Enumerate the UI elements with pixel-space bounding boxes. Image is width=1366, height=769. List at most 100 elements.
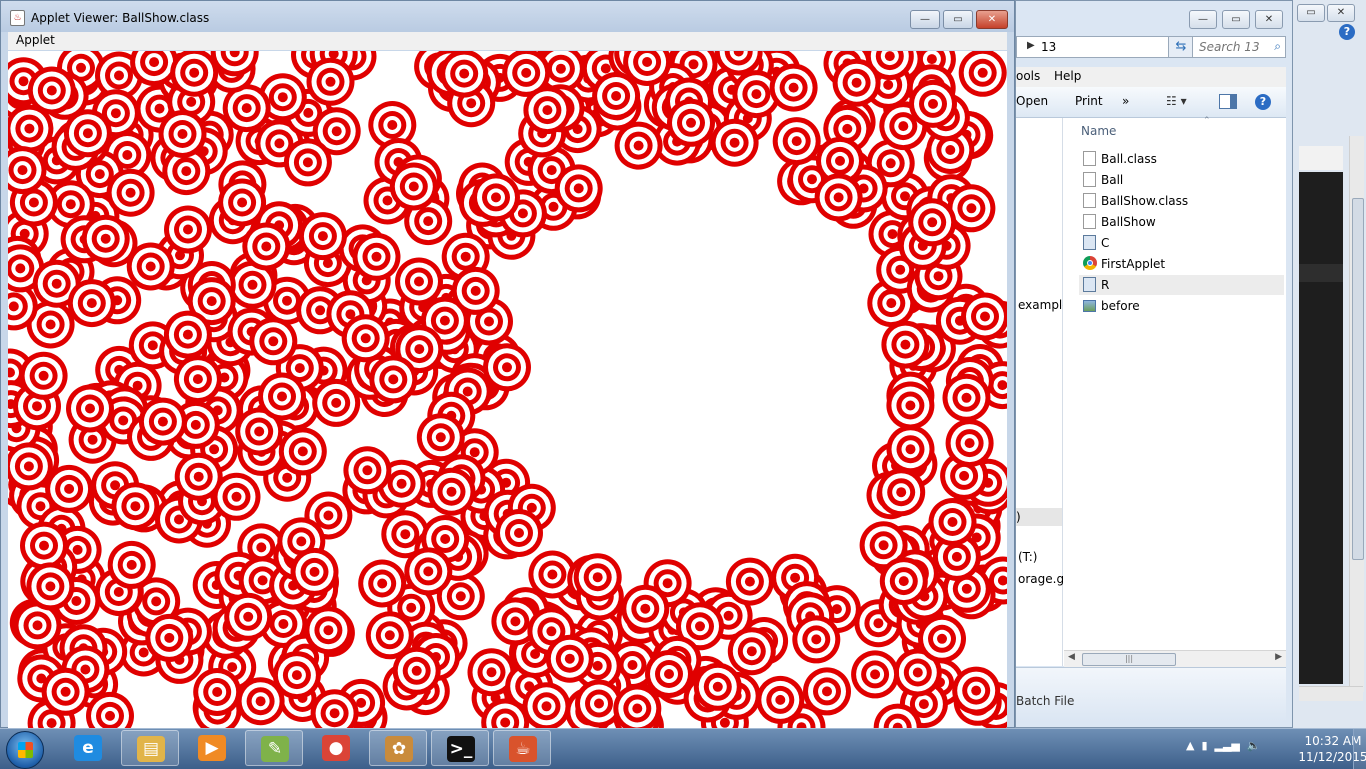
- breadcrumb-arrow-icon: ▶: [1027, 40, 1035, 51]
- ball: [352, 232, 401, 281]
- ball: [451, 266, 500, 315]
- command-prompt-icon: >_: [447, 736, 475, 762]
- menu-applet[interactable]: Applet: [16, 33, 55, 47]
- background-close-button[interactable]: ✕: [1327, 4, 1355, 22]
- ball: [358, 559, 407, 608]
- ball: [427, 467, 476, 516]
- java-icon: ☕: [509, 736, 537, 762]
- ball: [19, 351, 68, 400]
- file-icon: [1083, 172, 1096, 187]
- explorer-minimize-button[interactable]: —: [1189, 10, 1217, 29]
- details-pane: Batch File: [1016, 667, 1286, 722]
- menu-tools[interactable]: ools: [1016, 69, 1040, 83]
- file-icon: [1083, 151, 1096, 166]
- system-tray[interactable]: ▲ ▮ ▂▃▅ 🔈: [1186, 739, 1261, 752]
- change-view-icon[interactable]: ☷ ▾: [1166, 94, 1187, 108]
- ball: [710, 118, 759, 167]
- ball-drawing: [8, 51, 1007, 729]
- file-item[interactable]: C: [1079, 233, 1284, 253]
- maximize-button[interactable]: ▭: [943, 10, 973, 29]
- ball: [365, 611, 414, 660]
- ball: [573, 553, 622, 602]
- menu-help[interactable]: Help: [1054, 69, 1081, 83]
- ball: [814, 173, 863, 222]
- explorer-window: — ▭ ✕ ▶ 13 ▼ ⇆ ⌕ ools Help Open Print » …: [1015, 0, 1293, 728]
- file-name: BallShow: [1101, 215, 1156, 229]
- file-icon: [1083, 193, 1096, 208]
- address-segment[interactable]: 13: [1041, 40, 1056, 54]
- ball: [290, 547, 339, 596]
- java-app-icon[interactable]: ♨: [10, 10, 25, 26]
- file-item[interactable]: R: [1079, 275, 1284, 295]
- nav-item-example[interactable]: example: [1018, 298, 1070, 312]
- notepad-plus-taskbar-button[interactable]: ✎: [245, 730, 303, 766]
- open-button[interactable]: Open: [1016, 94, 1048, 108]
- nav-item-drive[interactable]: (T:): [1018, 550, 1037, 564]
- file-item[interactable]: before: [1079, 296, 1284, 316]
- preview-pane-icon[interactable]: [1219, 94, 1237, 109]
- nav-item-paren[interactable]: ): [1016, 510, 1021, 524]
- command-prompt-taskbar-button[interactable]: >_: [431, 730, 489, 766]
- background-vertical-scrollbar[interactable]: [1349, 136, 1364, 692]
- ball: [174, 452, 223, 501]
- ball: [879, 557, 928, 606]
- scroll-right-icon[interactable]: ▶: [1275, 652, 1282, 662]
- file-item[interactable]: Ball.class: [1079, 149, 1284, 169]
- ball: [886, 381, 935, 430]
- help-icon[interactable]: ?: [1339, 24, 1355, 40]
- file-explorer-taskbar-button[interactable]: ▤: [121, 730, 179, 766]
- scroll-thumb[interactable]: |||: [1082, 653, 1176, 666]
- search-box[interactable]: ⌕: [1192, 36, 1286, 58]
- file-explorer-icon: ▤: [137, 736, 165, 762]
- nav-selection: [1016, 508, 1062, 526]
- media-player-taskbar-button[interactable]: ▶: [183, 730, 241, 766]
- paint-taskbar-button[interactable]: ✿: [369, 730, 427, 766]
- file-item[interactable]: FirstApplet: [1079, 254, 1284, 274]
- more-commands-button[interactable]: »: [1122, 94, 1129, 108]
- refresh-icon[interactable]: ⇆: [1168, 36, 1194, 58]
- file-name: R: [1101, 278, 1110, 292]
- address-bar[interactable]: ▶ 13 ▼: [1016, 36, 1186, 58]
- ball: [404, 547, 453, 596]
- applet-canvas[interactable]: [8, 51, 1007, 729]
- ball: [26, 562, 75, 611]
- file-name: C: [1101, 236, 1110, 250]
- applet-titlebar[interactable]: ♨ Applet Viewer: BallShow.class — ▭ ✕: [1, 1, 1014, 32]
- background-restore-button[interactable]: ▭: [1297, 4, 1325, 22]
- ball: [942, 373, 991, 422]
- file-item[interactable]: Ball: [1079, 170, 1284, 190]
- show-desktop-button[interactable]: [1353, 729, 1366, 769]
- minimize-button[interactable]: —: [910, 10, 940, 29]
- sort-arrow-icon: ⌃: [1203, 116, 1211, 126]
- ball: [693, 662, 742, 711]
- java-taskbar-button[interactable]: ☕: [493, 730, 551, 766]
- explorer-close-button[interactable]: ✕: [1255, 10, 1283, 29]
- file-list: ⌃ Name Ball.class Ball BallShow.class BallS…: [1063, 116, 1286, 666]
- search-input[interactable]: [1197, 39, 1271, 55]
- explorer-maximize-button[interactable]: ▭: [1222, 10, 1250, 29]
- column-header-name[interactable]: Name: [1081, 124, 1116, 138]
- ball: [163, 310, 212, 359]
- close-button[interactable]: ✕: [976, 10, 1008, 29]
- ball: [389, 162, 438, 211]
- chrome-taskbar-button[interactable]: ●: [307, 730, 365, 766]
- internet-explorer-taskbar-button[interactable]: e: [59, 730, 117, 766]
- ball: [928, 498, 977, 546]
- ball: [523, 86, 572, 135]
- scroll-left-icon[interactable]: ◀: [1068, 652, 1075, 662]
- start-button[interactable]: [6, 731, 44, 769]
- ball: [41, 667, 90, 716]
- ball: [258, 372, 306, 421]
- ball: [803, 667, 851, 716]
- background-horizontal-scrollbar[interactable]: [1299, 686, 1363, 701]
- search-icon[interactable]: ⌕: [1274, 39, 1281, 54]
- print-button[interactable]: Print: [1075, 94, 1103, 108]
- ball: [272, 651, 321, 700]
- window-title: Applet Viewer: BallShow.class: [31, 11, 210, 25]
- ball: [792, 615, 841, 664]
- file-item[interactable]: BallShow: [1079, 212, 1284, 232]
- ball: [27, 66, 76, 115]
- file-item[interactable]: BallShow.class: [1079, 191, 1284, 211]
- file-list-horizontal-scrollbar[interactable]: ◀ ||| ▶: [1064, 650, 1286, 667]
- help-icon[interactable]: ?: [1255, 94, 1271, 110]
